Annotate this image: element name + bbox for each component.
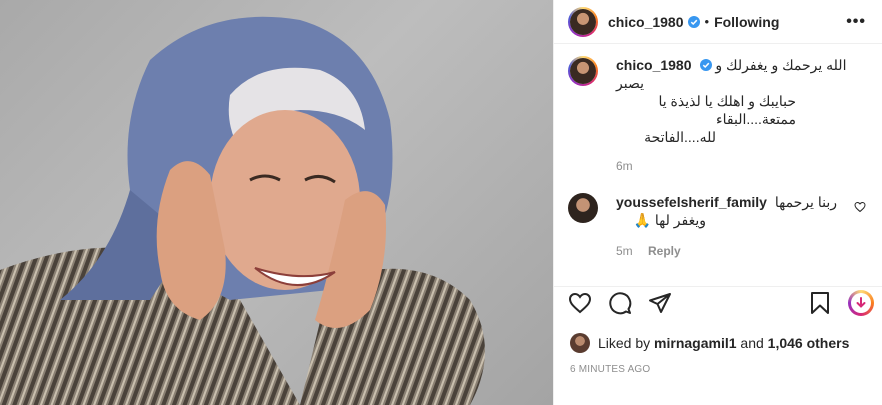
comment-text-line-2: ويغفر لها 🙏	[633, 212, 706, 228]
verified-badge-icon	[687, 15, 700, 28]
author-username[interactable]: chico_1980	[608, 14, 684, 30]
comment-like-heart-icon[interactable]	[854, 201, 866, 213]
heart-icon[interactable]	[568, 291, 592, 315]
likes-others[interactable]: 1,046 others	[768, 335, 850, 351]
caption: chico_1980 الله يرحمك و يغفرلك و يصبر حب…	[568, 56, 866, 175]
caption-avatar[interactable]	[568, 56, 598, 86]
post-photo[interactable]	[0, 0, 553, 405]
verified-badge-icon	[699, 59, 712, 71]
comment-icon[interactable]	[608, 291, 632, 315]
boost-icon[interactable]	[848, 289, 874, 316]
caption-meta: 6m	[616, 157, 866, 175]
liker-username[interactable]: mirnagamil1	[654, 335, 736, 351]
comment-time: 5m	[616, 244, 633, 258]
following-button[interactable]: Following	[714, 14, 779, 30]
comment-item: youssefelsherif_family ربنا يرحمها ويغفر…	[568, 193, 866, 260]
comment-text-line-1: ربنا يرحمها	[774, 194, 837, 210]
author-avatar[interactable]	[568, 6, 598, 37]
likes-prefix: Liked by	[598, 335, 651, 351]
reply-button[interactable]: Reply	[648, 244, 681, 258]
comments-section: chico_1980 الله يرحمك و يغفرلك و يصبر حب…	[554, 56, 882, 260]
commenter-avatar[interactable]	[568, 193, 598, 223]
caption-username[interactable]: chico_1980	[616, 57, 692, 73]
caption-line-2: حبايبك و اهلك يا لذيذة يا ممتعة....البقا…	[658, 93, 797, 127]
post-detail-panel: chico_1980 • Following ••• chico_1980 ال…	[553, 0, 882, 405]
caption-line-3: لله....الفاتحة	[644, 129, 716, 145]
download-arrow-icon	[856, 296, 866, 308]
likes-summary: Liked by mirnagamil1 and 1,046 others	[570, 333, 849, 353]
photo-illustration	[0, 16, 485, 405]
save-icon[interactable]	[808, 291, 832, 315]
likes-conjunction: and	[740, 335, 764, 351]
more-options-icon[interactable]: •••	[846, 13, 866, 31]
comment-meta: 5m Reply	[616, 242, 846, 260]
post-timestamp[interactable]: 6 MINUTES AGO	[570, 364, 650, 375]
caption-time: 6m	[616, 159, 633, 173]
commenter-username[interactable]: youssefelsherif_family	[616, 194, 767, 210]
post-header: chico_1980 • Following •••	[554, 0, 882, 44]
share-icon[interactable]	[648, 291, 672, 315]
liker-avatar[interactable]	[570, 333, 590, 353]
action-bar	[554, 286, 882, 318]
separator-dot: •	[704, 14, 710, 29]
